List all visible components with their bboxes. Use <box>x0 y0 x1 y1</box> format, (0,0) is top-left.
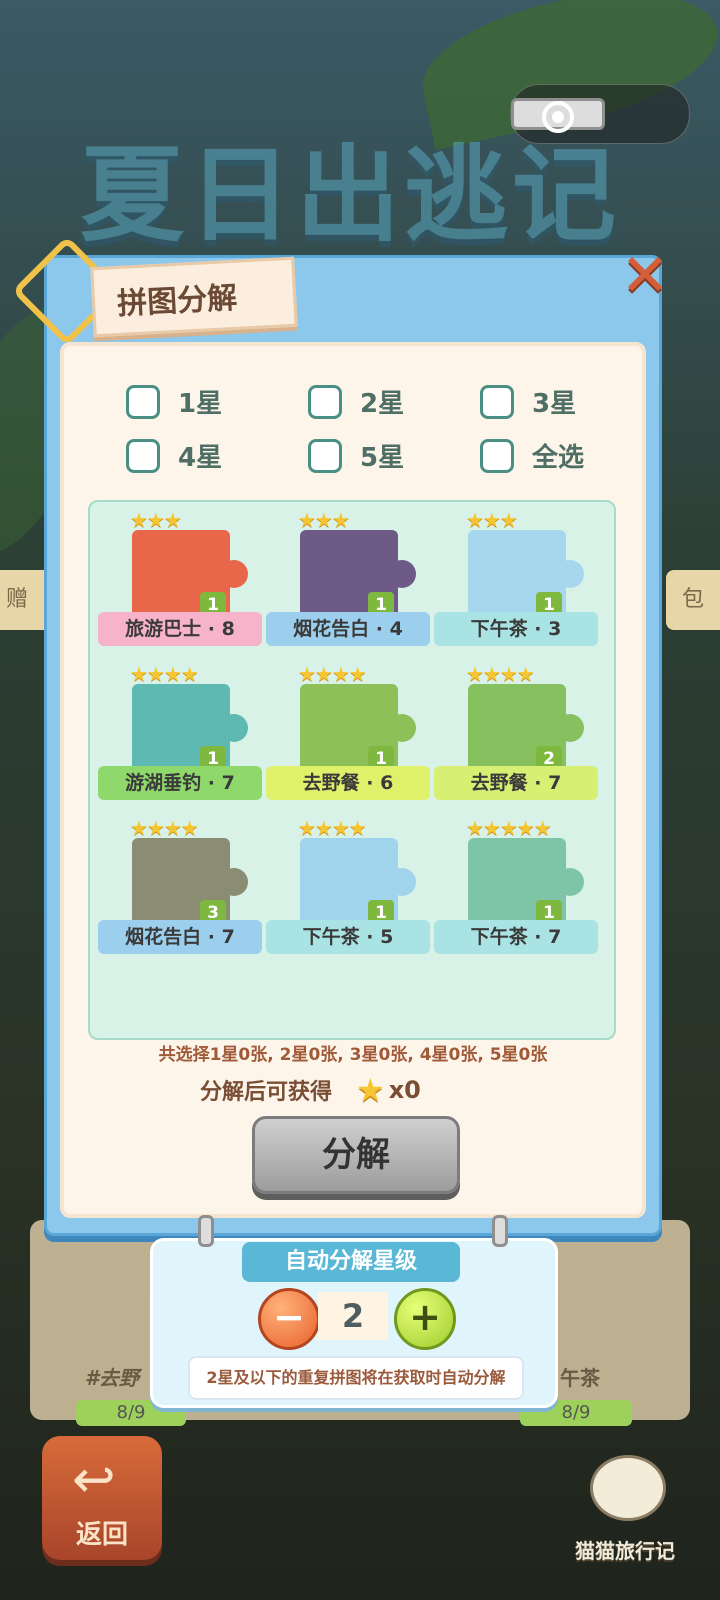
filter-4-star[interactable]: 4星 <box>126 437 222 474</box>
star-rating: ★★★ <box>298 508 350 532</box>
puzzle-name-ribbon: 去野餐 · 6 <box>266 766 430 800</box>
puzzle-name-ribbon: 旅游巴士 · 8 <box>98 612 262 646</box>
star-icon: ★ <box>356 1071 385 1109</box>
back-label: 返回 <box>75 1520 128 1550</box>
puzzle-name-ribbon: 游湖垂钓 · 7 <box>98 766 262 800</box>
checkbox-label: 5星 <box>360 443 405 473</box>
reward-value: x0 <box>388 1076 421 1104</box>
dialog-title: 拼图分解 <box>116 280 239 323</box>
binder-ring <box>492 1215 508 1247</box>
filter-3-star[interactable]: 3星 <box>480 383 576 420</box>
puzzle-card[interactable]: ★★★★★ 1 下午茶 · 7 <box>434 816 598 966</box>
puzzle-name-ribbon: 烟花告白 · 4 <box>266 612 430 646</box>
filter-select-all[interactable]: 全选 <box>480 437 584 474</box>
background-card-title: #去野 <box>85 1366 139 1390</box>
record-icon <box>542 101 574 133</box>
checkbox[interactable] <box>308 384 342 419</box>
star-rating: ★★★ <box>466 508 518 532</box>
checkbox-label: 4星 <box>178 443 223 473</box>
puzzle-knob <box>556 560 584 588</box>
puzzle-name-ribbon: 下午茶 · 5 <box>266 920 430 954</box>
puzzle-knob <box>388 714 416 742</box>
checkbox[interactable] <box>480 384 514 419</box>
puzzle-knob <box>220 560 248 588</box>
star-rating: ★★★★ <box>130 662 199 686</box>
puzzle-knob <box>220 868 248 896</box>
puzzle-card[interactable]: ★★★★ 3 烟花告白 · 7 <box>98 816 262 966</box>
puzzle-card[interactable]: ★★★ 1 旅游巴士 · 8 <box>98 508 262 658</box>
selection-summary: 共选择1星0张, 2星0张, 3星0张, 4星0张, 5星0张 <box>158 1045 548 1065</box>
reward-label: 分解后可获得 <box>200 1080 333 1105</box>
checkbox[interactable] <box>126 384 160 419</box>
checkbox-label: 全选 <box>532 443 585 473</box>
puzzle-card[interactable]: ★★★ 1 下午茶 · 3 <box>434 508 598 658</box>
puzzle-knob <box>556 714 584 742</box>
cat-mascot-icon <box>590 1455 666 1521</box>
close-button[interactable]: ✕ <box>618 246 672 304</box>
increase-level-button[interactable]: + <box>394 1288 456 1350</box>
star-rating: ★★★★ <box>130 816 199 840</box>
puzzle-knob <box>388 868 416 896</box>
binder-ring <box>198 1215 214 1247</box>
puzzle-card[interactable]: ★★★★ 1 去野餐 · 6 <box>266 662 430 812</box>
checkbox-label: 2星 <box>360 389 405 419</box>
back-button[interactable]: ↩ 返回 <box>42 1436 162 1560</box>
dialog-title-banner: 拼图分解 <box>90 256 298 338</box>
puzzle-knob <box>556 868 584 896</box>
checkbox[interactable] <box>480 438 514 473</box>
puzzle-name-ribbon: 去野餐 · 7 <box>434 766 598 800</box>
puzzle-card[interactable]: ★★★★ 1 下午茶 · 5 <box>266 816 430 966</box>
auto-decompose-tip: 2星及以下的重复拼图将在获取时自动分解 <box>188 1356 524 1400</box>
puzzle-knob <box>388 560 416 588</box>
filter-1-star[interactable]: 1星 <box>126 383 222 420</box>
filter-5-star[interactable]: 5星 <box>308 437 404 474</box>
puzzle-name-ribbon: 下午茶 · 3 <box>434 612 598 646</box>
side-tab-right: 包 <box>666 570 720 630</box>
auto-decompose-title: 自动分解星级 <box>242 1242 460 1282</box>
checkbox[interactable] <box>308 438 342 473</box>
mascot-logo: 猫猫旅行记 <box>565 1455 685 1565</box>
checkbox[interactable] <box>126 438 160 473</box>
decrease-level-button[interactable]: − <box>258 1288 320 1350</box>
decompose-button[interactable]: 分解 <box>252 1116 460 1194</box>
close-program-button[interactable] <box>511 98 605 133</box>
mini-program-capsule: ••• <box>510 84 690 144</box>
filter-2-star[interactable]: 2星 <box>308 383 404 420</box>
star-rating: ★★★★ <box>298 662 367 686</box>
puzzle-knob <box>220 714 248 742</box>
background-card-title: 午茶 <box>560 1366 600 1390</box>
puzzle-name-ribbon: 烟花告白 · 7 <box>98 920 262 954</box>
reward-preview: 分解后可获得 ★ x0 <box>200 1070 421 1110</box>
star-rating: ★★★★ <box>466 662 535 686</box>
star-rating: ★★★★ <box>298 816 367 840</box>
puzzle-card[interactable]: ★★★★ 2 去野餐 · 7 <box>434 662 598 812</box>
auto-decompose-level: 2 <box>318 1292 388 1340</box>
mascot-label: 猫猫旅行记 <box>575 1539 675 1563</box>
star-rating: ★★★ <box>130 508 182 532</box>
puzzle-card[interactable]: ★★★★ 1 游湖垂钓 · 7 <box>98 662 262 812</box>
star-rating: ★★★★★ <box>466 816 552 840</box>
checkbox-label: 1星 <box>178 389 223 419</box>
puzzle-name-ribbon: 下午茶 · 7 <box>434 920 598 954</box>
checkbox-label: 3星 <box>532 389 577 419</box>
back-arrow-icon: ↩ <box>72 1450 116 1510</box>
puzzle-card[interactable]: ★★★ 1 烟花告白 · 4 <box>266 508 430 658</box>
